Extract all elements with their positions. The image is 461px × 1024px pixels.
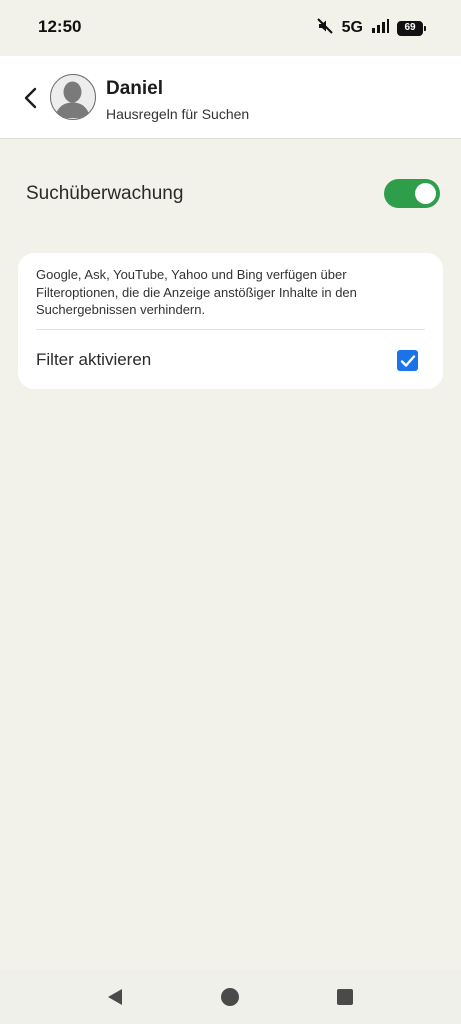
battery-level: 69 (404, 22, 416, 33)
nav-recents-button[interactable] (334, 986, 356, 1008)
nav-home-button[interactable] (219, 986, 241, 1008)
avatar (50, 74, 96, 120)
back-button[interactable] (16, 81, 46, 115)
chevron-left-icon (24, 87, 37, 109)
filter-checkbox[interactable] (397, 350, 418, 371)
signal-icon (371, 18, 389, 39)
checkmark-icon (400, 354, 415, 367)
status-bar: 12:50 5G 69 (0, 0, 461, 56)
battery-icon: 69 (397, 20, 426, 36)
search-monitoring-label: Suchüberwachung (26, 183, 184, 204)
person-icon (51, 75, 94, 118)
status-time: 12:50 (38, 17, 82, 36)
page-title: Daniel (106, 78, 164, 99)
mute-icon (316, 17, 334, 40)
filter-description: Google, Ask, YouTube, Yahoo und Bing ver… (36, 267, 357, 317)
network-label: 5G (341, 19, 363, 36)
status-icons: 5G 69 (316, 17, 426, 40)
home-circle-icon (221, 988, 239, 1006)
recents-square-icon (337, 989, 353, 1005)
search-monitoring-row: Suchüberwachung (26, 178, 440, 210)
filter-card: Google, Ask, YouTube, Yahoo und Bing ver… (18, 253, 443, 389)
back-triangle-icon (108, 989, 122, 1005)
card-divider (36, 329, 425, 330)
system-nav-bar (0, 970, 461, 1024)
toggle-knob (415, 183, 436, 204)
filter-label: Filter aktivieren (36, 350, 152, 369)
app-header: Daniel Hausregeln für Suchen (0, 56, 461, 139)
search-monitoring-toggle[interactable] (384, 179, 440, 208)
page-subtitle: Hausregeln für Suchen (106, 106, 250, 122)
nav-back-button[interactable] (104, 986, 126, 1008)
